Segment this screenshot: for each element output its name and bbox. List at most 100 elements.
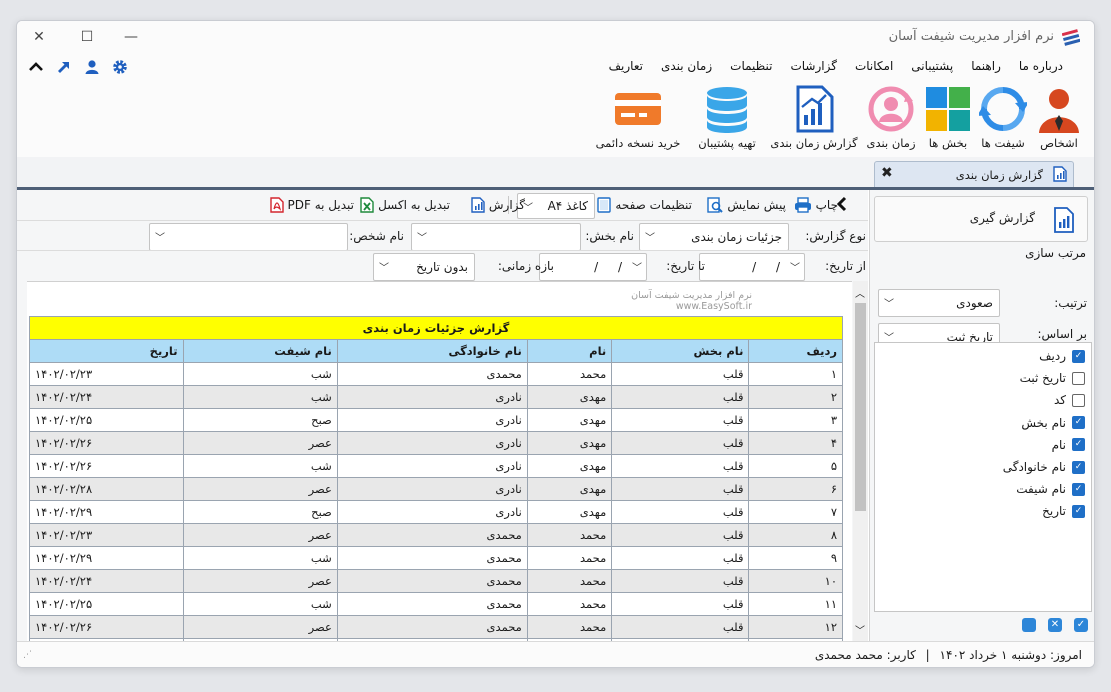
column-option[interactable]: تاریخ ثبت (1020, 370, 1085, 386)
maximize-button[interactable]: ☐ (71, 25, 103, 49)
checkbox[interactable]: ✓ (1072, 482, 1085, 496)
select-none-button[interactable] (1022, 618, 1036, 632)
chevron-down-icon: ﹀ (884, 299, 894, 310)
table-cell: قلب (611, 592, 750, 616)
report-type-select[interactable]: جزئیات زمان بندی ﹀ (639, 223, 789, 251)
tab-label: گزارش زمان بندی (955, 168, 1043, 182)
status-bar: ⋰ امروز: دوشنبه ۱ خرداد ۱۴۰۲ | کاربر: مح… (17, 641, 1094, 667)
table-cell: مهدی (526, 431, 613, 455)
ribbon-persons-button[interactable]: اشخاص (1033, 85, 1085, 150)
table-cell: ۸ (748, 523, 843, 547)
menu-item[interactable]: پشتیبانی (902, 59, 962, 73)
table-row: ۱۱ قلب محمد محمدی شب ۱۴۰۲/۰۲/۲۵ (29, 592, 843, 616)
title-bar: ✕ ☐ — نرم افزار مدیریت شیفت آسان (17, 21, 1094, 53)
scroll-up-icon[interactable]: ︿ (855, 285, 865, 300)
gear-icon[interactable] (111, 58, 129, 76)
table-cell: شب (182, 546, 338, 570)
table-body: ۱ قلب محمد محمدی شب ۱۴۰۲/۰۲/۲۳ ۲ قلب مهدی نادری شب… (29, 362, 843, 642)
from-date-picker[interactable]: / / ﹀ (699, 253, 805, 281)
scrollbar-thumb[interactable] (855, 303, 866, 511)
to-date-picker[interactable]: / / ﹀ (539, 253, 647, 281)
ribbon-label: خرید نسخه دائمی (595, 136, 681, 150)
preview-button[interactable]: پیش نمایش (707, 197, 786, 213)
table-cell: شب (182, 385, 338, 409)
table-cell: محمد (526, 546, 613, 570)
person-name-select[interactable]: ﹀ (149, 223, 348, 251)
menu-item[interactable]: راهنما (962, 59, 1010, 73)
collapse-ribbon-icon[interactable] (27, 58, 45, 76)
table-cell: قلب (611, 569, 750, 593)
user-icon[interactable] (83, 58, 101, 76)
table-cell: عصر (182, 615, 338, 639)
ribbon-sections-button[interactable]: بخش ها (923, 85, 973, 150)
column-option[interactable]: ✓ ردیف (1039, 348, 1085, 364)
column-option[interactable]: ✓ نام خانوادگی (1003, 459, 1085, 475)
table-cell: محمدی (336, 592, 528, 616)
arrow-up-right-icon[interactable] (55, 58, 73, 76)
ribbon-scheduling-button[interactable]: زمان بندی (863, 85, 919, 150)
close-button[interactable]: ✕ (23, 25, 55, 49)
page-setup-button[interactable]: تنظیمات صفحه (597, 197, 692, 213)
menu-item[interactable]: تنظیمات (721, 59, 781, 73)
checkbox[interactable]: ✓ (1072, 460, 1085, 474)
ribbon-shifts-button[interactable]: شیفت ها (977, 85, 1029, 150)
order-select[interactable]: صعودی ﹀ (878, 289, 1000, 317)
table-cell: ۴ (748, 431, 843, 455)
check-all-icon[interactable]: ✓ (1074, 618, 1088, 632)
uncheck-all-icon[interactable]: ✕ (1048, 618, 1062, 632)
minimize-button[interactable]: — (115, 25, 147, 49)
ribbon-schedule-report-button[interactable]: گزارش زمان بندی (769, 85, 859, 150)
checkbox[interactable] (1072, 393, 1085, 407)
table-cell: عصر (182, 523, 338, 547)
print-button[interactable]: چاپ (794, 197, 838, 213)
menu-items: تعاریف زمان بندی تنظیمات گزارشات امکانات پشتی… (600, 59, 1072, 73)
person-icon (1039, 89, 1079, 133)
table-row: ۲ قلب مهدی نادری شب ۱۴۰۲/۰۲/۲۴ (29, 385, 843, 409)
menu-item[interactable]: گزارشات (781, 59, 845, 73)
ribbon-backup-button[interactable]: تهیه پشتیبان (689, 85, 765, 150)
top-icons (27, 58, 129, 76)
basis-label: بر اساس: (1037, 327, 1087, 341)
page-icon (597, 197, 612, 213)
chevron-down-icon: ﹀ (417, 233, 427, 244)
checkbox[interactable]: ✓ (1072, 349, 1085, 363)
tab-schedule-report[interactable]: ✖ گزارش زمان بندی (874, 161, 1074, 188)
section-name-select[interactable]: ﹀ (411, 223, 581, 251)
export-excel-button[interactable]: تبدیل به اکسل (360, 197, 450, 213)
settings-pane: گزارش گیری مرتب سازی ترتیب: صعودی ﹀ بر ا… (869, 190, 1094, 641)
column-option[interactable]: کد (1054, 392, 1085, 408)
checkbox[interactable]: ✓ (1072, 504, 1085, 518)
column-option[interactable]: ✓ نام بخش (1021, 415, 1085, 431)
generate-report-button[interactable]: گزارش گیری (874, 196, 1088, 242)
checkbox[interactable]: ✓ (1072, 416, 1085, 430)
status-info: امروز: دوشنبه ۱ خرداد ۱۴۰۲ | کاربر: محمد… (815, 648, 1082, 662)
table-cell: ۱۴۰۲/۰۲/۲۴ (29, 569, 184, 593)
column-header: نام خانوادگی (336, 339, 528, 363)
grip-icon: ⋰ (23, 650, 32, 660)
menu-item[interactable]: زمان بندی (652, 59, 721, 73)
checkbox[interactable] (1072, 371, 1085, 385)
column-option-label: ردیف (1039, 349, 1066, 363)
menu-item[interactable]: امکانات (846, 59, 902, 73)
column-option[interactable]: ✓ تاریخ (1042, 503, 1085, 519)
table-cell: محمد (526, 569, 613, 593)
period-select[interactable]: بدون تاریخ ﹀ (373, 253, 475, 281)
order-label: ترتیب: (1054, 296, 1087, 310)
menu-item[interactable]: درباره ما (1010, 59, 1072, 73)
menu-item[interactable]: تعاریف (600, 59, 652, 73)
watermark-url: www.EasySoft.ir (675, 301, 752, 312)
print-label: چاپ (815, 198, 838, 212)
report-button[interactable]: گزارش (471, 197, 525, 213)
column-option[interactable]: ✓ نام شیفت (1016, 481, 1085, 497)
column-option[interactable]: ✓ نام (1052, 437, 1085, 453)
table-cell: نادری (336, 431, 528, 455)
person-name-label: نام شخص: (349, 229, 404, 243)
ribbon-buy-license-button[interactable]: خرید نسخه دائمی (591, 85, 685, 150)
export-pdf-button[interactable]: تبدیل به PDF (269, 197, 354, 213)
paper-size-select[interactable]: کاغذ A۴ ﹀ (517, 193, 595, 219)
vertical-scrollbar[interactable]: ︿ ﹀ (853, 281, 868, 641)
scroll-down-icon[interactable]: ﹀ (855, 622, 865, 637)
tab-close-icon[interactable]: ✖ (881, 165, 893, 181)
checkbox[interactable]: ✓ (1072, 438, 1085, 452)
table-row: ۴ قلب مهدی نادری عصر ۱۴۰۲/۰۲/۲۶ (29, 431, 843, 455)
